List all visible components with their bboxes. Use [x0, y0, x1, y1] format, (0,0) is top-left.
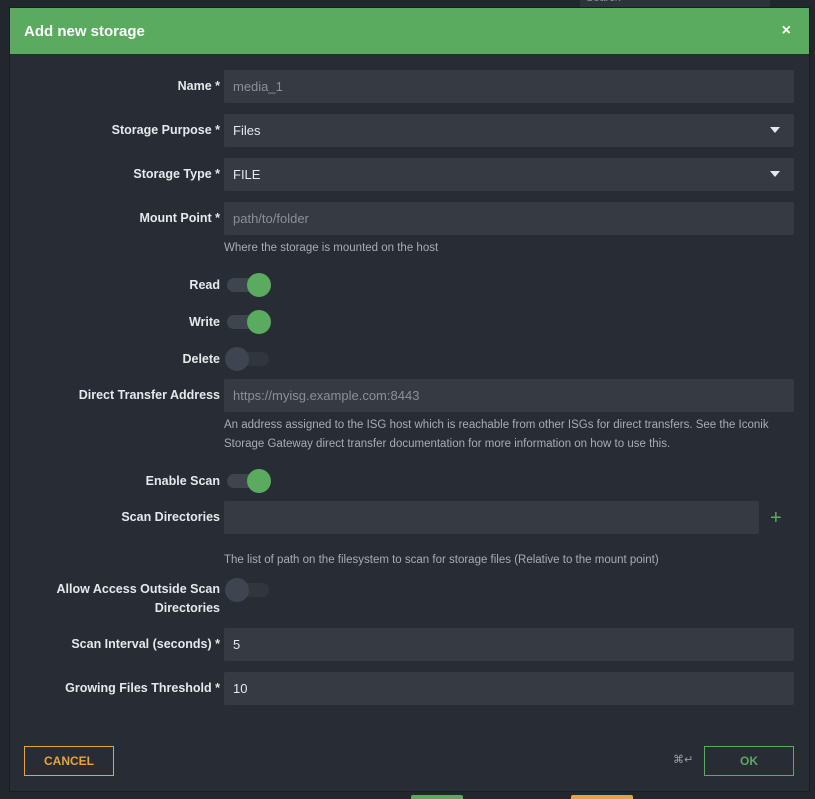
- add-storage-dialog: Add new storage × Name * media_1 Storage…: [10, 8, 809, 791]
- enable-scan-toggle[interactable]: [227, 469, 271, 493]
- storage-type-select[interactable]: FILE: [224, 158, 794, 191]
- direct-transfer-address-input[interactable]: https://myisg.example.com:8443: [224, 379, 794, 412]
- dialog-title: Add new storage: [24, 22, 145, 40]
- direct-transfer-address-help: An address assigned to the ISG host whic…: [224, 419, 769, 450]
- name-input[interactable]: media_1: [224, 70, 794, 103]
- mount-point-label: Mount Point *: [139, 211, 220, 225]
- scan-directories-input[interactable]: [224, 501, 759, 534]
- scan-interval-input[interactable]: 5: [224, 628, 794, 661]
- storage-purpose-value: Files: [233, 123, 261, 138]
- caret-down-icon: [770, 127, 780, 133]
- background-search-input: Search: [580, 0, 770, 8]
- keyboard-shortcut-hint: ⌘↵: [673, 753, 694, 766]
- name-label: Name *: [177, 79, 220, 93]
- read-toggle[interactable]: [227, 273, 271, 297]
- scan-directories-label: Scan Directories: [121, 510, 220, 524]
- storage-type-value: FILE: [233, 167, 261, 182]
- growing-files-threshold-input[interactable]: 10: [224, 672, 794, 705]
- allow-access-outside-label: Allow Access Outside Scan Directories: [56, 582, 220, 615]
- write-toggle[interactable]: [227, 310, 271, 334]
- storage-purpose-label: Storage Purpose *: [111, 123, 220, 137]
- scan-directories-help: The list of path on the filesystem to sc…: [224, 554, 659, 566]
- background-orange-button: [571, 795, 633, 799]
- ok-button[interactable]: OK: [704, 746, 794, 776]
- close-icon[interactable]: ×: [782, 22, 791, 40]
- mount-point-help: Where the storage is mounted on the host: [224, 242, 439, 254]
- storage-purpose-select[interactable]: Files: [224, 114, 794, 147]
- growing-files-threshold-label: Growing Files Threshold *: [65, 681, 220, 695]
- caret-down-icon: [770, 171, 780, 177]
- storage-type-label: Storage Type *: [133, 167, 220, 181]
- enable-scan-label: Enable Scan: [145, 474, 220, 488]
- background-green-button: [411, 795, 463, 799]
- delete-toggle[interactable]: [225, 347, 269, 371]
- cancel-button[interactable]: CANCEL: [24, 746, 114, 776]
- dialog-header: Add new storage ×: [10, 8, 809, 54]
- scan-interval-label: Scan Interval (seconds) *: [71, 637, 220, 651]
- read-label: Read: [189, 278, 220, 292]
- add-scan-directory-icon[interactable]: +: [770, 508, 782, 528]
- allow-access-outside-toggle[interactable]: [225, 578, 269, 602]
- mount-point-input[interactable]: path/to/folder: [224, 202, 794, 235]
- write-label: Write: [188, 315, 220, 329]
- direct-transfer-address-label: Direct Transfer Address: [78, 388, 220, 402]
- delete-label: Delete: [182, 352, 220, 366]
